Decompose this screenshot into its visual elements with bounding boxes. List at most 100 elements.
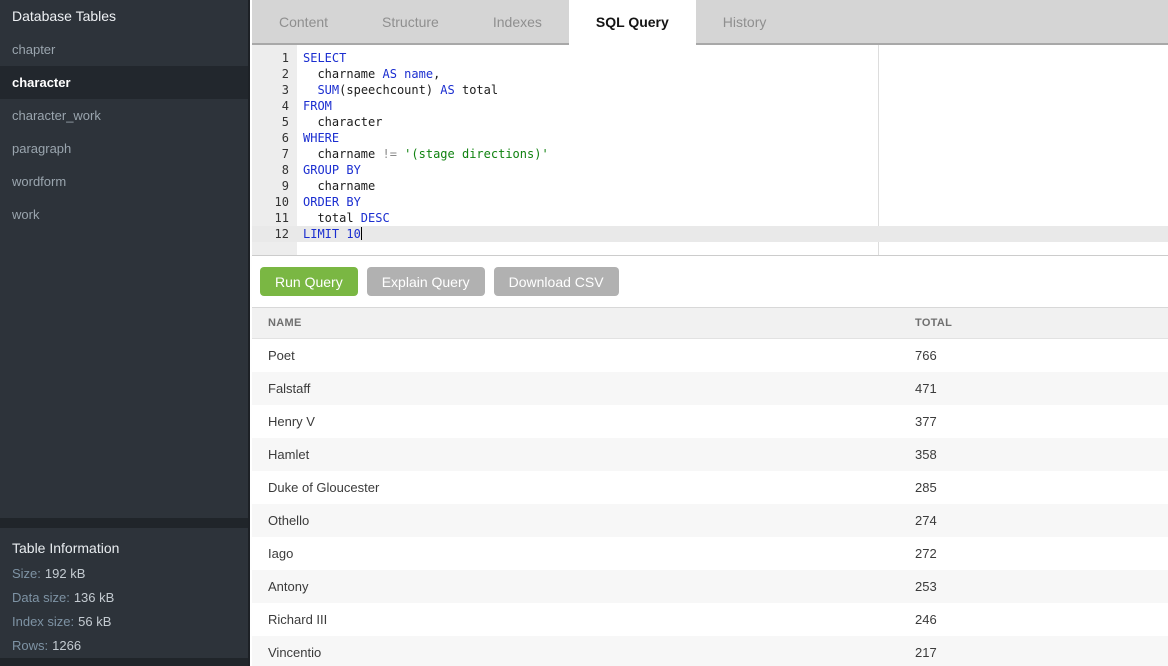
line-number: 8	[252, 162, 297, 178]
line-number: 11	[252, 210, 297, 226]
cell-total: 471	[899, 372, 1168, 405]
sidebar-item-character[interactable]: character	[0, 66, 248, 99]
cell-total: 274	[899, 504, 1168, 537]
sql-code: ORDER BY	[297, 194, 361, 210]
cell-name: Falstaff	[252, 372, 899, 405]
sql-line-8: 8 GROUP BY	[252, 162, 1168, 178]
stat-value: 1266	[52, 638, 81, 653]
table-list: chaptercharactercharacter_workparagraphw…	[0, 33, 248, 231]
line-number: 5	[252, 114, 297, 130]
sql-code: FROM	[297, 98, 332, 114]
sql-token: LIMIT	[303, 227, 339, 241]
table-row[interactable]: Iago272	[252, 537, 1168, 570]
sql-token: !=	[382, 147, 396, 161]
sql-token	[303, 83, 317, 97]
cell-name: Antony	[252, 570, 899, 603]
cell-total: 246	[899, 603, 1168, 636]
table-row[interactable]: Falstaff471	[252, 372, 1168, 405]
column-header-total[interactable]: TOTAL	[899, 308, 1168, 339]
line-number: 12	[252, 226, 297, 242]
table-info-stat: Data size: 136 kB	[0, 586, 248, 610]
cell-name: Poet	[252, 339, 899, 373]
table-row[interactable]: Richard III246	[252, 603, 1168, 636]
explain-query-button[interactable]: Explain Query	[367, 267, 485, 296]
sql-token: AS	[440, 83, 454, 97]
table-row[interactable]: Hamlet358	[252, 438, 1168, 471]
line-number: 2	[252, 66, 297, 82]
results-header-row: NAMETOTAL	[252, 308, 1168, 339]
table-row[interactable]: Henry V377	[252, 405, 1168, 438]
sql-token: charname	[303, 147, 382, 161]
tab-history[interactable]: History	[696, 0, 794, 43]
column-header-name[interactable]: NAME	[252, 308, 899, 339]
stat-label: Data size:	[12, 590, 70, 605]
table-info-stat: Size:192 kB	[0, 562, 248, 586]
run-query-button[interactable]: Run Query	[260, 267, 358, 296]
sql-line-6: 6 WHERE	[252, 130, 1168, 146]
sidebar-item-paragraph[interactable]: paragraph	[0, 132, 248, 165]
tab-indexes[interactable]: Indexes	[466, 0, 569, 43]
results-table: NAMETOTAL Poet766Falstaff471Henry V377Ha…	[252, 307, 1168, 666]
sql-token: WHERE	[303, 131, 339, 145]
table-row[interactable]: Poet766	[252, 339, 1168, 373]
app-window: Database Tables chaptercharactercharacte…	[0, 0, 1168, 666]
sql-token: FROM	[303, 99, 332, 113]
stat-label: Rows:	[12, 638, 48, 653]
table-info-stats: Size:192 kBData size:136 kBIndex size:56…	[0, 562, 248, 658]
cell-name: Duke of Gloucester	[252, 471, 899, 504]
line-number: 10	[252, 194, 297, 210]
sql-code: LIMIT 10	[297, 226, 362, 242]
sidebar-item-chapter[interactable]: chapter	[0, 33, 248, 66]
line-number: 7	[252, 146, 297, 162]
sidebar-item-wordform[interactable]: wordform	[0, 165, 248, 198]
sql-line-11: 11 total DESC	[252, 210, 1168, 226]
sql-token: charname	[303, 67, 382, 81]
table-row[interactable]: Duke of Gloucester285	[252, 471, 1168, 504]
cell-total: 766	[899, 339, 1168, 373]
tab-structure[interactable]: Structure	[355, 0, 466, 43]
sql-token: SELECT	[303, 51, 346, 65]
table-row[interactable]: Antony253	[252, 570, 1168, 603]
download-csv-button[interactable]: Download CSV	[494, 267, 619, 296]
sidebar-item-work[interactable]: work	[0, 198, 248, 231]
tab-sql-query[interactable]: SQL Query	[569, 0, 696, 45]
cell-name: Vincentio	[252, 636, 899, 666]
cell-total: 377	[899, 405, 1168, 438]
sql-token: (speechcount)	[339, 83, 440, 97]
sql-editor[interactable]: 1SELECT2 charname AS name,3 SUM(speechco…	[252, 45, 1168, 256]
sql-code: charname AS name,	[297, 66, 440, 82]
sql-line-7: 7 charname != '(stage directions)'	[252, 146, 1168, 162]
results-panel: NAMETOTAL Poet766Falstaff471Henry V377Ha…	[252, 307, 1168, 666]
sql-code: charname != '(stage directions)'	[297, 146, 549, 162]
tab-bar: ContentStructureIndexesSQL QueryHistory	[252, 0, 1168, 45]
line-number: 6	[252, 130, 297, 146]
cell-total: 285	[899, 471, 1168, 504]
sidebar: Database Tables chaptercharactercharacte…	[0, 0, 250, 666]
sql-token: GROUP BY	[303, 163, 361, 177]
sql-token: total	[303, 211, 361, 225]
sql-code: charname	[297, 178, 375, 194]
sql-line-9: 9 charname	[252, 178, 1168, 194]
sidebar-item-character_work[interactable]: character_work	[0, 99, 248, 132]
sql-token: ,	[433, 67, 440, 81]
stat-label: Size:	[12, 566, 41, 581]
tab-content[interactable]: Content	[252, 0, 355, 43]
sql-token: ORDER BY	[303, 195, 361, 209]
sql-line-12: 12LIMIT 10	[252, 226, 1168, 242]
table-row[interactable]: Vincentio217	[252, 636, 1168, 666]
sql-code: total DESC	[297, 210, 390, 226]
sql-code: GROUP BY	[297, 162, 361, 178]
sql-code: SELECT	[297, 50, 346, 66]
sidebar-title: Database Tables	[0, 0, 248, 33]
table-info-title: Table Information	[0, 528, 248, 562]
table-row[interactable]: Othello274	[252, 504, 1168, 537]
sql-line-10: 10 ORDER BY	[252, 194, 1168, 210]
cell-name: Hamlet	[252, 438, 899, 471]
sql-code: WHERE	[297, 130, 339, 146]
stat-value: 136 kB	[74, 590, 114, 605]
sql-token: '(stage directions)'	[404, 147, 549, 161]
cell-name: Iago	[252, 537, 899, 570]
sql-line-1: 1SELECT	[252, 50, 1168, 66]
cell-total: 358	[899, 438, 1168, 471]
sql-token: DESC	[361, 211, 390, 225]
